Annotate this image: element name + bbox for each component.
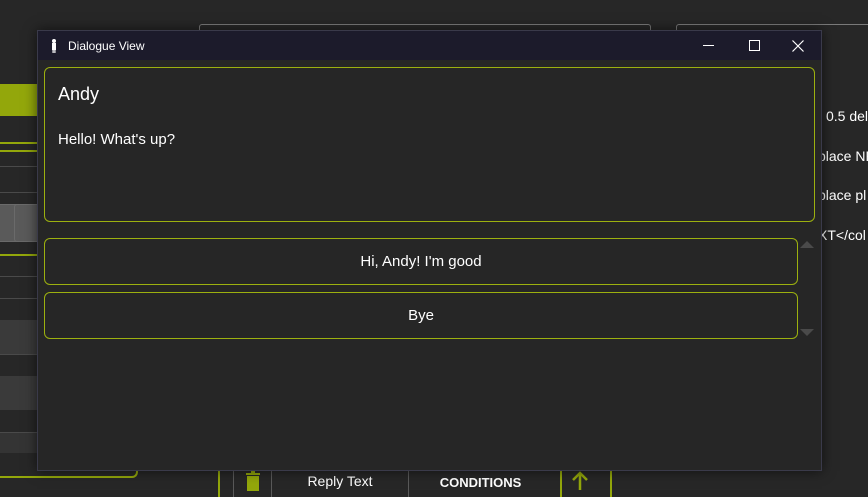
background-green-button xyxy=(0,84,40,116)
background-text: 0.5 del xyxy=(826,108,868,124)
maximize-icon xyxy=(748,40,760,51)
trash-icon xyxy=(245,470,260,491)
background-row-divider xyxy=(0,298,40,299)
speaker-panel: Andy Hello! What's up? xyxy=(44,67,815,222)
scroll-up-arrow-icon[interactable] xyxy=(800,241,814,248)
arrow-up-icon xyxy=(572,470,588,490)
background-accent-border xyxy=(0,470,138,478)
maximize-button[interactable] xyxy=(731,31,777,60)
background-text: place NP xyxy=(818,148,868,164)
background-row-divider xyxy=(0,354,40,355)
background-row-divider xyxy=(0,276,40,277)
speaker-name: Andy xyxy=(58,84,100,104)
dialogue-view-window: Dialogue View Andy Hello! What's up? Hi,… xyxy=(37,30,822,471)
title-bar[interactable]: Dialogue View xyxy=(38,31,821,60)
background-list-row xyxy=(0,433,40,453)
close-icon xyxy=(792,39,804,52)
window-title: Dialogue View xyxy=(68,38,145,53)
close-button[interactable] xyxy=(775,31,821,60)
reply-option-button[interactable]: Bye xyxy=(44,292,798,339)
speaker-dialogue-text: Hello! What's up? xyxy=(58,131,176,148)
background-accent-line xyxy=(0,150,40,152)
background-list-row xyxy=(0,376,40,410)
background-accent-line xyxy=(0,142,40,144)
minimize-icon xyxy=(702,45,714,46)
background-row-divider xyxy=(0,166,40,167)
background-row-divider xyxy=(0,192,40,193)
background-text: XT</col xyxy=(818,227,866,243)
scroll-down-arrow-icon[interactable] xyxy=(800,329,814,336)
background-list-row xyxy=(0,320,40,354)
app-icon xyxy=(52,38,56,53)
minimize-button[interactable] xyxy=(685,31,731,60)
background-accent-line xyxy=(0,254,40,256)
background-text: place pl xyxy=(818,187,867,203)
reply-option-button[interactable]: Hi, Andy! I'm good xyxy=(44,238,798,285)
